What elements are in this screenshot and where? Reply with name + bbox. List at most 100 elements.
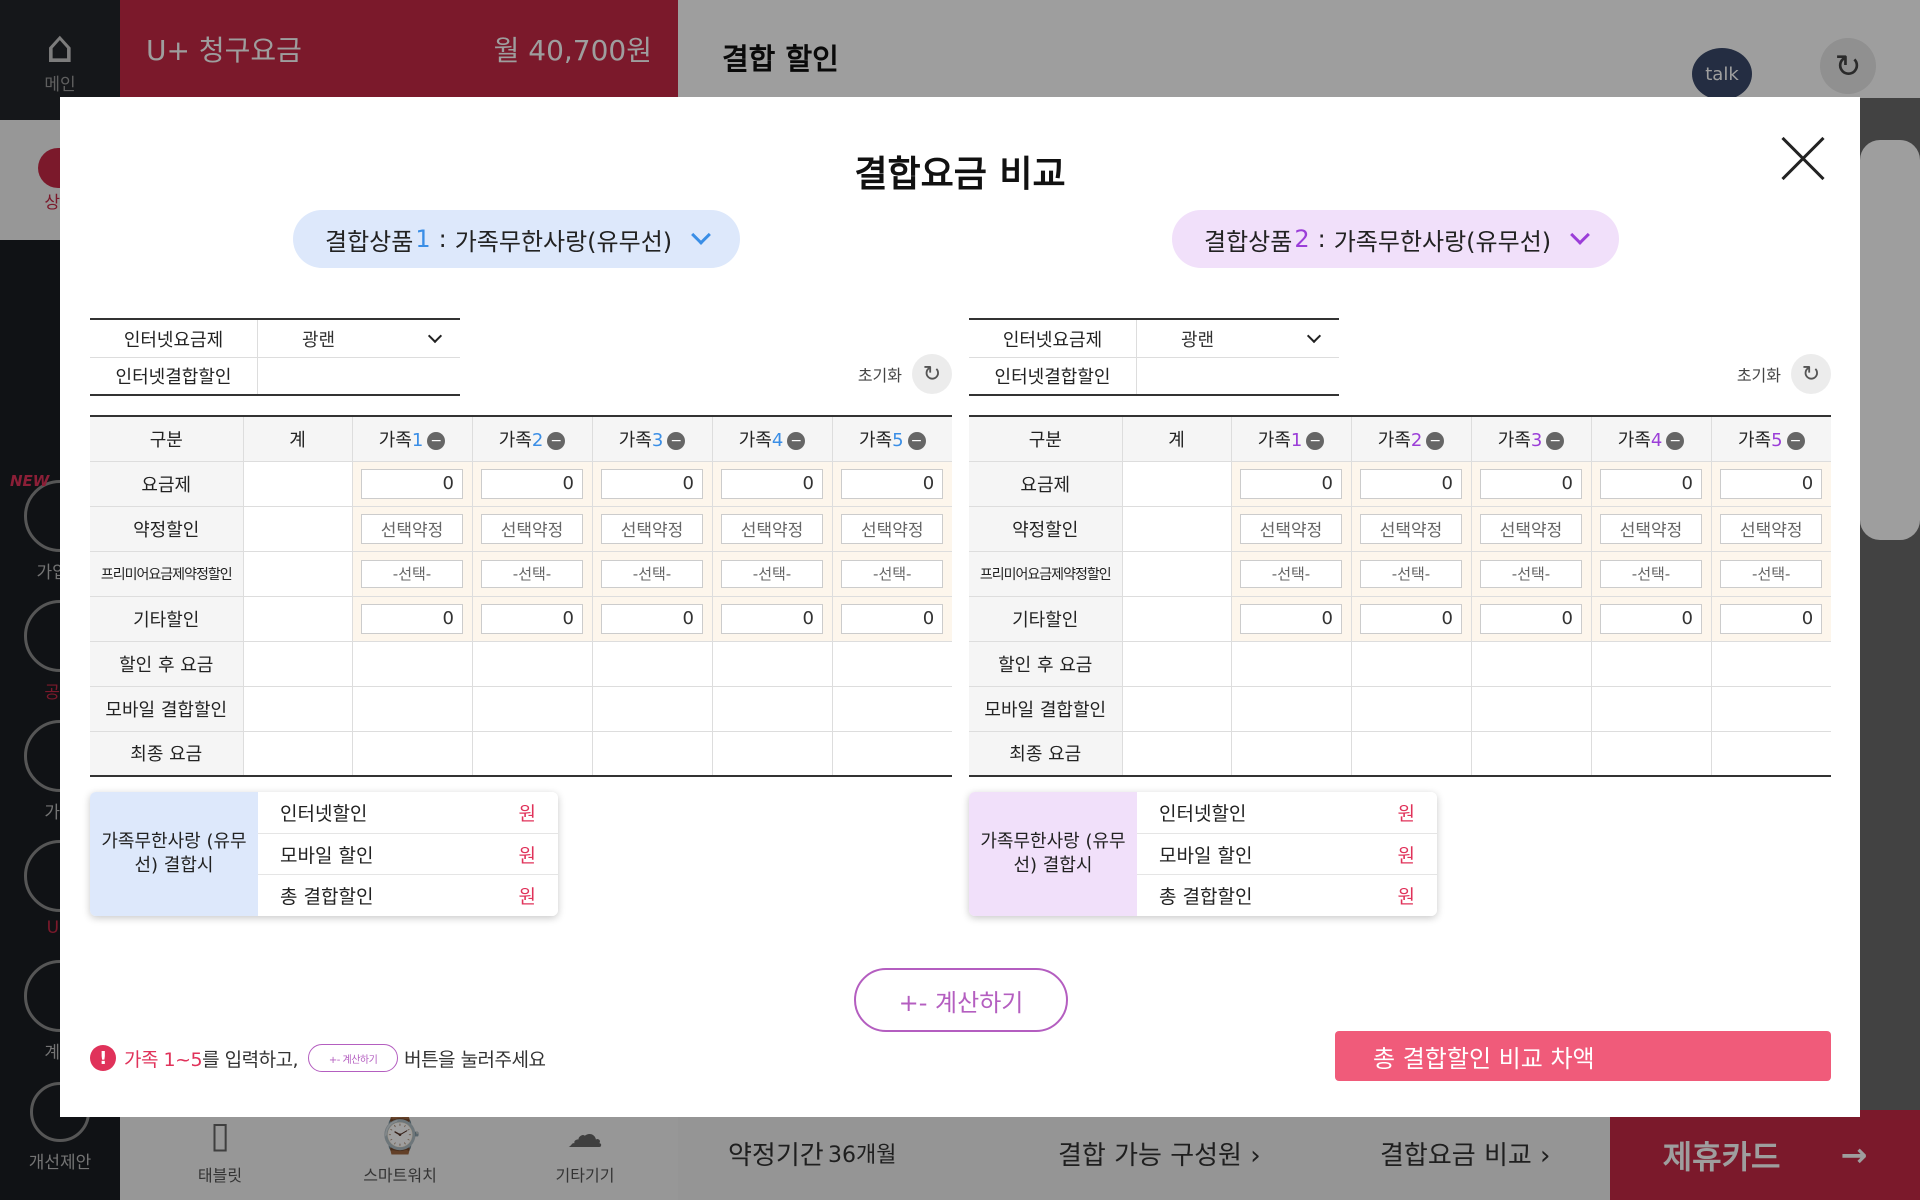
calculate-button[interactable]: +- 계산하기 xyxy=(854,968,1068,1032)
row-label: 기타할인 xyxy=(969,595,1123,642)
remove-family-icon[interactable]: − xyxy=(547,431,566,450)
product2-selector[interactable]: 결합상품 2 : 가족무한사랑(유무선) xyxy=(1172,210,1620,268)
row-label: 약정할인 xyxy=(969,505,1123,552)
fee-input[interactable]: 0 xyxy=(481,468,583,499)
fee-input[interactable]: 0 xyxy=(1600,603,1702,634)
premium-select[interactable]: -선택- xyxy=(1360,559,1462,588)
contract-select[interactable]: 선택약정 xyxy=(481,513,583,544)
premium-select[interactable]: -선택- xyxy=(721,559,823,588)
summary-label: 인터넷할인 xyxy=(1159,803,1247,825)
fee-input[interactable]: 0 xyxy=(361,603,463,634)
contract-select[interactable]: 선택약정 xyxy=(601,513,703,544)
fee-input[interactable]: 0 xyxy=(1720,468,1823,499)
remove-family-icon[interactable]: − xyxy=(907,431,926,450)
fee-input[interactable]: 0 xyxy=(1480,603,1582,634)
product-separator: : xyxy=(1317,225,1326,253)
family-cell: 0 xyxy=(1350,595,1472,642)
premium-select[interactable]: -선택- xyxy=(841,559,944,588)
combined-fee-compare-modal: 결합요금 비교 결합상품 1 : 가족무한사랑(유무선) 결합상품 2 : 가족… xyxy=(60,97,1860,1117)
product-prefix: 결합상품 xyxy=(1204,227,1293,256)
family-cell: 선택약정 xyxy=(711,505,833,552)
remove-family-icon[interactable]: − xyxy=(1546,431,1565,450)
premium-select[interactable]: -선택- xyxy=(1240,559,1342,588)
product1-selector[interactable]: 결합상품 1 : 가족무한사랑(유무선) xyxy=(293,210,741,268)
family-label: 가족 xyxy=(1617,429,1651,451)
reset-icon[interactable]: ↻ xyxy=(1791,354,1831,394)
contract-select[interactable]: 선택약정 xyxy=(721,513,823,544)
row-label: 할인 후 요금 xyxy=(969,640,1123,687)
family-cell: 0 xyxy=(1350,460,1472,507)
table-row-mobile: 모바일 결합할인 xyxy=(90,685,952,732)
fee-input[interactable]: 0 xyxy=(721,468,823,499)
chevron-down-icon xyxy=(1570,225,1591,245)
fee-input[interactable]: 0 xyxy=(1720,603,1823,634)
family-cell: 0 xyxy=(711,460,833,507)
family-cell xyxy=(1350,640,1472,687)
remove-family-icon[interactable]: − xyxy=(787,431,806,450)
table-header-row: 구분 계 가족1− 가족2− 가족3− 가족4− 가족5− xyxy=(969,415,1831,462)
family-label: 가족 xyxy=(378,429,412,451)
fee-input[interactable]: 0 xyxy=(841,468,944,499)
premium-select[interactable]: -선택- xyxy=(1720,559,1823,588)
chevron-down-icon xyxy=(427,328,443,343)
contract-select[interactable]: 선택약정 xyxy=(361,513,463,544)
contract-select[interactable]: 선택약정 xyxy=(1720,513,1823,544)
family-cell: 0 xyxy=(1590,460,1712,507)
family-cell: 0 xyxy=(471,460,593,507)
close-icon[interactable] xyxy=(1780,135,1828,183)
remove-family-icon[interactable]: − xyxy=(1306,431,1325,450)
remove-family-icon[interactable]: − xyxy=(1426,431,1445,450)
family-number: 4 xyxy=(1650,429,1663,451)
fee-input[interactable]: 0 xyxy=(1600,468,1702,499)
fee-input[interactable]: 0 xyxy=(1360,603,1462,634)
summary-label: 모바일 할인 xyxy=(1159,844,1253,867)
contract-select[interactable]: 선택약정 xyxy=(841,513,944,544)
table-row-mobile: 모바일 결합할인 xyxy=(969,685,1831,732)
fee-input[interactable]: 0 xyxy=(841,603,944,634)
fee-input[interactable]: 0 xyxy=(481,603,583,634)
contract-select[interactable]: 선택약정 xyxy=(1480,513,1582,544)
remove-family-icon[interactable]: − xyxy=(427,431,446,450)
table-row-plan: 요금제 0 0 0 0 0 xyxy=(90,460,952,507)
contract-select[interactable]: 선택약정 xyxy=(1600,513,1702,544)
family-cell xyxy=(1230,730,1352,777)
fee-input[interactable]: 0 xyxy=(601,468,703,499)
premium-select[interactable]: -선택- xyxy=(1600,559,1702,588)
fee-input[interactable]: 0 xyxy=(601,603,703,634)
fee-input[interactable]: 0 xyxy=(721,603,823,634)
premium-select[interactable]: -선택- xyxy=(1480,559,1582,588)
family-cell: 선택약정 xyxy=(1230,505,1352,552)
remove-family-icon[interactable]: − xyxy=(1666,431,1685,450)
fee-input[interactable]: 0 xyxy=(1480,468,1582,499)
reset-icon[interactable]: ↻ xyxy=(912,354,952,394)
total-cell xyxy=(242,640,353,687)
premium-select[interactable]: -선택- xyxy=(481,559,583,588)
total-cell xyxy=(1121,550,1232,597)
remove-family-icon[interactable]: − xyxy=(1786,431,1805,450)
family-cell: 0 xyxy=(1710,595,1831,642)
header-family-4: 가족4− xyxy=(1590,415,1712,462)
remove-family-icon[interactable]: − xyxy=(667,431,686,450)
contract-select[interactable]: 선택약정 xyxy=(1240,513,1342,544)
total-discount-diff-button[interactable]: 총 결합할인 비교 차액 xyxy=(1335,1031,1831,1081)
fee-input[interactable]: 0 xyxy=(1240,468,1342,499)
product-name: 가족무한사랑(유무선) xyxy=(454,227,673,256)
contract-select[interactable]: 선택약정 xyxy=(1360,513,1462,544)
internet-plan-select[interactable]: 광랜 xyxy=(258,320,460,357)
table-row-final: 최종 요금 xyxy=(969,730,1831,777)
notice-message: ! 가족 1~5 를 입력하고, +- 계산하기 버튼을 눌러주세요 xyxy=(90,1044,546,1072)
internet-plan-select[interactable]: 광랜 xyxy=(1137,320,1339,357)
table-row-premium: 프리미어요금제약정할인 -선택- -선택- -선택- -선택- -선택- xyxy=(969,550,1831,597)
row-label: 프리미어요금제약정할인 xyxy=(90,550,244,597)
family-cell xyxy=(831,730,952,777)
fee-input[interactable]: 0 xyxy=(1360,468,1462,499)
fee-input[interactable]: 0 xyxy=(361,468,463,499)
family-number: 5 xyxy=(892,429,904,451)
header-family-5: 가족5− xyxy=(831,415,952,462)
summary-row: 모바일 할인 원 xyxy=(1137,833,1437,874)
family-cell: 선택약정 xyxy=(1470,505,1592,552)
premium-select[interactable]: -선택- xyxy=(601,559,703,588)
total-cell xyxy=(1121,595,1232,642)
fee-input[interactable]: 0 xyxy=(1240,603,1342,634)
premium-select[interactable]: -선택- xyxy=(361,559,463,588)
